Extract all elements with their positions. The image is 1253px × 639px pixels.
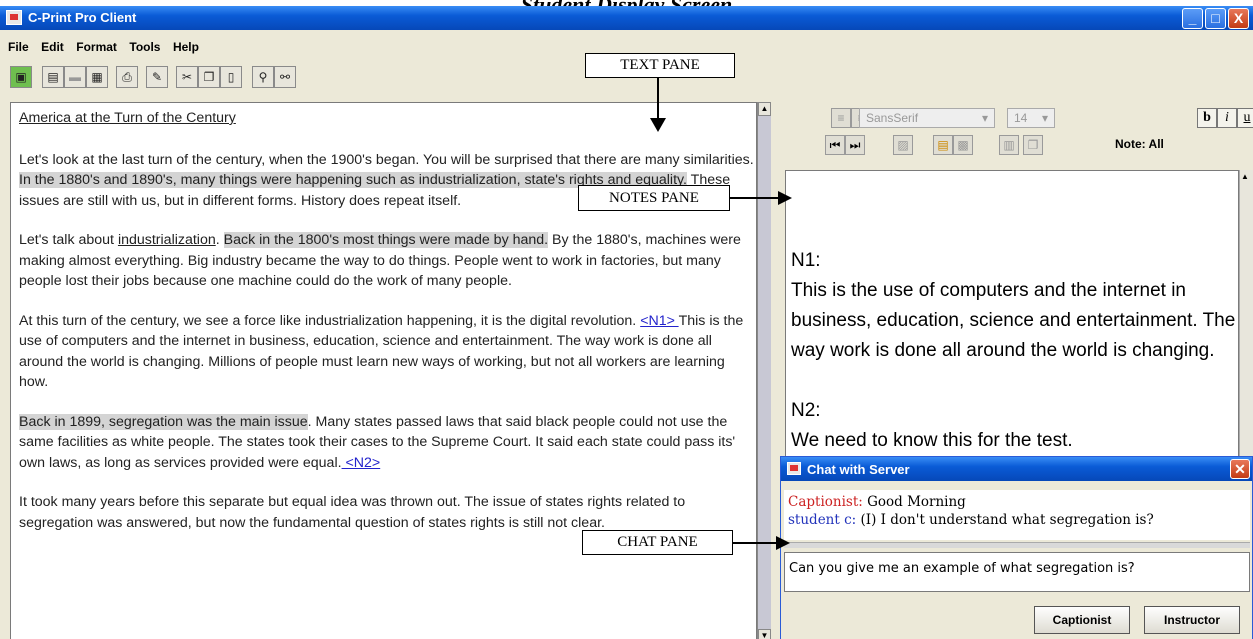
scroll-up-icon[interactable]: ▲ xyxy=(758,102,771,116)
paste-icon[interactable]: ▯ xyxy=(220,66,242,88)
scroll-up-icon[interactable]: ▲ xyxy=(1241,172,1249,181)
arrow-head-right-icon xyxy=(776,536,790,550)
text-pane[interactable]: America at the Turn of the Century Let's… xyxy=(10,102,757,639)
notes-pane-label: NOTES PANE xyxy=(578,185,730,211)
chat-app-icon xyxy=(787,462,801,475)
chevron-down-icon: ▾ xyxy=(981,111,988,125)
highlighted-text: Back in 1899, segregation was the main i… xyxy=(19,413,308,430)
arrow-head-right-icon xyxy=(778,191,792,205)
note-label: N1: xyxy=(791,250,821,271)
maximize-button[interactable]: □ xyxy=(1205,8,1226,29)
print-icon[interactable]: ⎙ xyxy=(116,66,138,88)
menu-edit[interactable]: Edit xyxy=(41,40,64,54)
text-pane-label: TEXT PANE xyxy=(585,53,735,78)
underlined-term: industrialization xyxy=(117,232,216,248)
chat-message-text: Good Morning xyxy=(862,494,966,510)
menu-tools[interactable]: Tools xyxy=(129,40,160,54)
transcript-heading: America at the Turn of the Century xyxy=(19,110,236,126)
find-replace-icon[interactable]: ⚯ xyxy=(274,66,296,88)
note-label: N2: xyxy=(791,400,821,421)
open-icon[interactable]: ▬ xyxy=(64,66,86,88)
underline-button[interactable]: u xyxy=(1237,108,1253,128)
chat-input[interactable]: Can you give me an example of what segre… xyxy=(784,552,1250,592)
text-pane-scrollbar[interactable]: ▲ ▼ xyxy=(757,102,771,639)
menu-file[interactable]: File xyxy=(8,40,29,54)
chat-message: student c: (I) I don't understand what s… xyxy=(788,511,1246,529)
next-note-icon[interactable]: ⏭ xyxy=(845,135,865,155)
connect-icon[interactable]: ▣ xyxy=(10,66,32,88)
chat-close-button[interactable]: ✕ xyxy=(1230,459,1250,479)
pen-icon[interactable]: ✎ xyxy=(146,66,168,88)
note-text: This is the use of computers and the int… xyxy=(791,280,1236,361)
chat-pane-arrow xyxy=(733,542,780,544)
notes-toolbar: ≡ ≡ ≡ SansSerif▾ 14▾ b i u ⏮ ⏭ ▨ ▤ ▩ ▥ ❐… xyxy=(785,102,1253,160)
save-icon[interactable]: ▦ xyxy=(86,66,108,88)
align-left-icon[interactable]: ≡ xyxy=(831,108,851,128)
font-size-select[interactable]: 14 ▾ xyxy=(1007,108,1055,128)
chat-sender: Captionist: xyxy=(788,494,863,510)
note-link-n1[interactable]: <N1> xyxy=(640,313,678,329)
text-run: It took many years before this separate … xyxy=(19,494,686,531)
notes-pane[interactable]: N1: This is the use of computers and the… xyxy=(785,170,1239,462)
menu-format[interactable]: Format xyxy=(76,40,117,54)
close-button[interactable]: X xyxy=(1228,8,1249,29)
font-family-select[interactable]: SansSerif ▾ xyxy=(859,108,995,128)
previous-note-icon[interactable]: ⏮ xyxy=(825,135,845,155)
text-run: Let's talk about xyxy=(19,232,118,248)
chat-title: Chat with Server xyxy=(807,462,910,477)
chat-sender: student c: xyxy=(788,512,857,528)
chat-title-bar[interactable]: Chat with Server ✕ xyxy=(781,457,1252,481)
menu-help[interactable]: Help xyxy=(173,40,199,54)
chevron-down-icon: ▾ xyxy=(1041,111,1048,125)
notes-scrollbar[interactable]: ▲ xyxy=(1239,170,1253,462)
window-title: C-Print Pro Client xyxy=(28,10,137,25)
highlighted-text: Back in the 1800's most things were made… xyxy=(223,232,549,248)
send-to-instructor-button[interactable]: Instructor xyxy=(1144,606,1240,634)
arrow-head-down-icon xyxy=(650,118,666,132)
send-to-captionist-button[interactable]: Captionist xyxy=(1034,606,1130,634)
minimize-button[interactable]: _ xyxy=(1182,8,1203,29)
cut-icon[interactable]: ✂ xyxy=(176,66,198,88)
font-size-value: 14 xyxy=(1014,111,1028,125)
chat-log: Captionist: Good Morning student c: (I) … xyxy=(784,490,1250,540)
remove-note-icon[interactable]: ▩ xyxy=(953,135,973,155)
chat-splitter[interactable] xyxy=(784,542,1250,548)
text-run: At this turn of the century, we see a fo… xyxy=(19,312,641,329)
notes-content: N1: This is the use of computers and the… xyxy=(791,246,1238,461)
new-document-icon[interactable]: ▤ xyxy=(42,66,64,88)
chat-message: Captionist: Good Morning xyxy=(788,493,1246,511)
font-family-value: SansSerif xyxy=(866,111,919,125)
title-bar[interactable]: C-Print Pro Client _ □ X xyxy=(0,6,1253,30)
text-run: . xyxy=(215,232,224,248)
scroll-down-icon[interactable]: ▼ xyxy=(758,629,771,639)
note-text: We need to know this for the test. xyxy=(791,430,1073,451)
copy-icon[interactable]: ❐ xyxy=(198,66,220,88)
chat-message-text: (I) I don't understand what segregation … xyxy=(856,512,1154,528)
menu-bar: File Edit Format Tools Help xyxy=(0,38,199,56)
note-item: N1: This is the use of computers and the… xyxy=(791,246,1238,366)
copy-note-icon[interactable]: ❐ xyxy=(1023,135,1043,155)
chat-pane-label: CHAT PANE xyxy=(582,530,733,555)
italic-button[interactable]: i xyxy=(1217,108,1237,128)
app-icon xyxy=(6,10,22,25)
export-note-icon[interactable]: ▥ xyxy=(999,135,1019,155)
text-run: Let's look at the last turn of the centu… xyxy=(19,151,754,168)
chat-window: Chat with Server ✕ Captionist: Good Morn… xyxy=(780,456,1253,639)
new-note-icon[interactable]: ▤ xyxy=(933,135,953,155)
notes-pane-arrow xyxy=(730,197,780,199)
find-icon[interactable]: ⚲ xyxy=(252,66,274,88)
note-filter-label[interactable]: Note: All xyxy=(1115,137,1164,151)
delete-note-icon[interactable]: ▨ xyxy=(893,135,913,155)
bold-button[interactable]: b xyxy=(1197,108,1217,128)
note-link-n2[interactable]: <N2> xyxy=(342,455,380,471)
app-window: C-Print Pro Client _ □ X File Edit Forma… xyxy=(0,6,1253,639)
note-item: N2: We need to know this for the test. xyxy=(791,396,1238,456)
transcript-text: America at the Turn of the Century Let's… xyxy=(19,108,754,552)
